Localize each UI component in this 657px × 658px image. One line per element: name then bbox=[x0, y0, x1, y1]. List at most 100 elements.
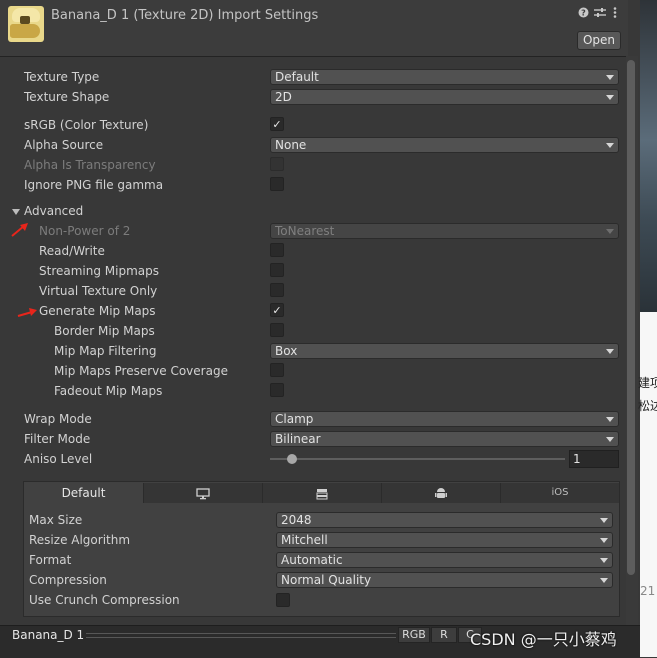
compression-label: Compression bbox=[29, 573, 107, 587]
background-text: 21 bbox=[640, 584, 656, 598]
aniso-level-slider-thumb[interactable] bbox=[287, 454, 297, 464]
alpha-is-transparency-label: Alpha Is Transparency bbox=[24, 158, 156, 172]
preview-r-button[interactable]: R bbox=[431, 627, 457, 643]
ignore-png-gamma-checkbox[interactable] bbox=[270, 177, 284, 191]
format-value: Automatic bbox=[281, 553, 343, 567]
filter-mode-label: Filter Mode bbox=[24, 432, 91, 446]
foldout-triangle-icon[interactable] bbox=[12, 209, 20, 215]
compression-dropdown[interactable]: Normal Quality bbox=[276, 572, 613, 588]
annotation-arrow-icon bbox=[11, 223, 28, 237]
fadeout-mip-maps-checkbox[interactable] bbox=[270, 383, 284, 397]
max-size-label: Max Size bbox=[29, 513, 83, 527]
texture-type-dropdown[interactable]: Default bbox=[270, 69, 619, 85]
use-crunch-compression-checkbox[interactable] bbox=[276, 593, 290, 607]
preview-divider bbox=[86, 633, 396, 634]
texture-type-value: Default bbox=[275, 70, 319, 84]
sliders-icon[interactable] bbox=[594, 7, 606, 21]
mip-maps-preserve-coverage-label: Mip Maps Preserve Coverage bbox=[54, 364, 228, 378]
texture-thumbnail bbox=[8, 6, 44, 42]
non-power-of-2-dropdown: ToNearest bbox=[270, 223, 619, 239]
use-crunch-compression-label: Use Crunch Compression bbox=[29, 593, 180, 607]
advanced-foldout[interactable]: Advanced bbox=[24, 204, 83, 218]
texture-shape-dropdown[interactable]: 2D bbox=[270, 89, 619, 105]
background-text: 建项 bbox=[638, 376, 657, 390]
chevron-down-icon bbox=[600, 518, 608, 523]
tab-ios-label: iOS bbox=[551, 487, 569, 498]
read-write-label: Read/Write bbox=[39, 244, 105, 258]
preview-divider bbox=[86, 637, 396, 638]
non-power-of-2-label: Non-Power of 2 bbox=[39, 224, 131, 238]
mip-map-filtering-value: Box bbox=[275, 344, 298, 358]
svg-text:?: ? bbox=[581, 9, 586, 18]
alpha-source-label: Alpha Source bbox=[24, 138, 104, 152]
tab-standalone[interactable] bbox=[143, 483, 262, 503]
chevron-down-icon bbox=[606, 75, 614, 80]
virtual-texture-only-label: Virtual Texture Only bbox=[39, 284, 158, 298]
filter-mode-value: Bilinear bbox=[275, 432, 321, 446]
chevron-down-icon bbox=[606, 95, 614, 100]
resize-algorithm-dropdown[interactable]: Mitchell bbox=[276, 532, 613, 548]
texture-shape-label: Texture Shape bbox=[24, 90, 110, 104]
streaming-mipmaps-label: Streaming Mipmaps bbox=[39, 264, 160, 278]
compression-value: Normal Quality bbox=[281, 573, 372, 587]
inspector-title: Banana_D 1 (Texture 2D) Import Settings bbox=[51, 8, 319, 23]
wrap-mode-label: Wrap Mode bbox=[24, 412, 92, 426]
open-button[interactable]: Open bbox=[577, 31, 621, 50]
max-size-value: 2048 bbox=[281, 513, 312, 527]
wrap-mode-dropdown[interactable]: Clamp bbox=[270, 411, 619, 427]
format-dropdown[interactable]: Automatic bbox=[276, 552, 613, 568]
mip-map-filtering-dropdown[interactable]: Box bbox=[270, 343, 619, 359]
resize-algorithm-label: Resize Algorithm bbox=[29, 533, 131, 547]
chevron-down-icon bbox=[606, 229, 614, 234]
background-window-image bbox=[640, 0, 657, 312]
chevron-down-icon bbox=[600, 538, 608, 543]
tab-android[interactable] bbox=[381, 483, 500, 503]
alpha-source-dropdown[interactable]: None bbox=[270, 137, 619, 153]
border-mip-maps-label: Border Mip Maps bbox=[54, 324, 155, 338]
resize-algorithm-value: Mitchell bbox=[281, 533, 328, 547]
watermark: CSDN @一只小蔡鸡 bbox=[470, 630, 617, 649]
border-mip-maps-checkbox[interactable] bbox=[270, 323, 284, 337]
preview-asset-name: Banana_D 1 bbox=[12, 628, 85, 642]
generate-mip-maps-checkbox[interactable]: ✓ bbox=[270, 303, 284, 317]
virtual-texture-only-checkbox[interactable] bbox=[270, 283, 284, 297]
srgb-checkbox[interactable]: ✓ bbox=[270, 117, 284, 131]
help-icon[interactable]: ? bbox=[578, 7, 589, 21]
max-size-dropdown[interactable]: 2048 bbox=[276, 512, 613, 528]
background-text: 松达 bbox=[638, 399, 657, 413]
texture-shape-value: 2D bbox=[275, 90, 292, 104]
server-icon bbox=[316, 488, 328, 499]
filter-mode-dropdown[interactable]: Bilinear bbox=[270, 431, 619, 447]
ignore-png-gamma-label: Ignore PNG file gamma bbox=[24, 178, 164, 192]
fadeout-mip-maps-label: Fadeout Mip Maps bbox=[54, 384, 163, 398]
tab-ios[interactable]: iOS bbox=[500, 483, 619, 503]
annotation-arrow-icon bbox=[17, 308, 37, 317]
android-icon bbox=[435, 488, 447, 498]
generate-mip-maps-label: Generate Mip Maps bbox=[39, 304, 156, 318]
srgb-label: sRGB (Color Texture) bbox=[24, 118, 149, 132]
aniso-level-field[interactable]: 1 bbox=[569, 450, 619, 468]
tab-default[interactable]: Default bbox=[24, 483, 143, 503]
read-write-checkbox[interactable] bbox=[270, 243, 284, 257]
tab-dedicated-server[interactable] bbox=[262, 483, 381, 503]
monitor-icon bbox=[196, 487, 210, 499]
chevron-down-icon bbox=[606, 437, 614, 442]
more-icon[interactable] bbox=[613, 7, 617, 21]
non-power-of-2-value: ToNearest bbox=[275, 224, 335, 238]
chevron-down-icon bbox=[606, 143, 614, 148]
mip-maps-preserve-coverage-checkbox[interactable] bbox=[270, 363, 284, 377]
scrollbar-thumb[interactable] bbox=[627, 60, 635, 575]
mip-map-filtering-label: Mip Map Filtering bbox=[54, 344, 157, 358]
format-label: Format bbox=[29, 553, 72, 567]
background-window bbox=[640, 312, 657, 657]
alpha-source-value: None bbox=[275, 138, 307, 152]
chevron-down-icon bbox=[606, 349, 614, 354]
aniso-level-slider[interactable] bbox=[270, 458, 565, 460]
chevron-down-icon bbox=[600, 558, 608, 563]
chevron-down-icon bbox=[600, 578, 608, 583]
streaming-mipmaps-checkbox[interactable] bbox=[270, 263, 284, 277]
aniso-level-label: Aniso Level bbox=[24, 452, 93, 466]
texture-type-label: Texture Type bbox=[24, 70, 100, 84]
tab-default-label: Default bbox=[61, 486, 106, 500]
preview-rgb-button[interactable]: RGB bbox=[398, 627, 430, 643]
